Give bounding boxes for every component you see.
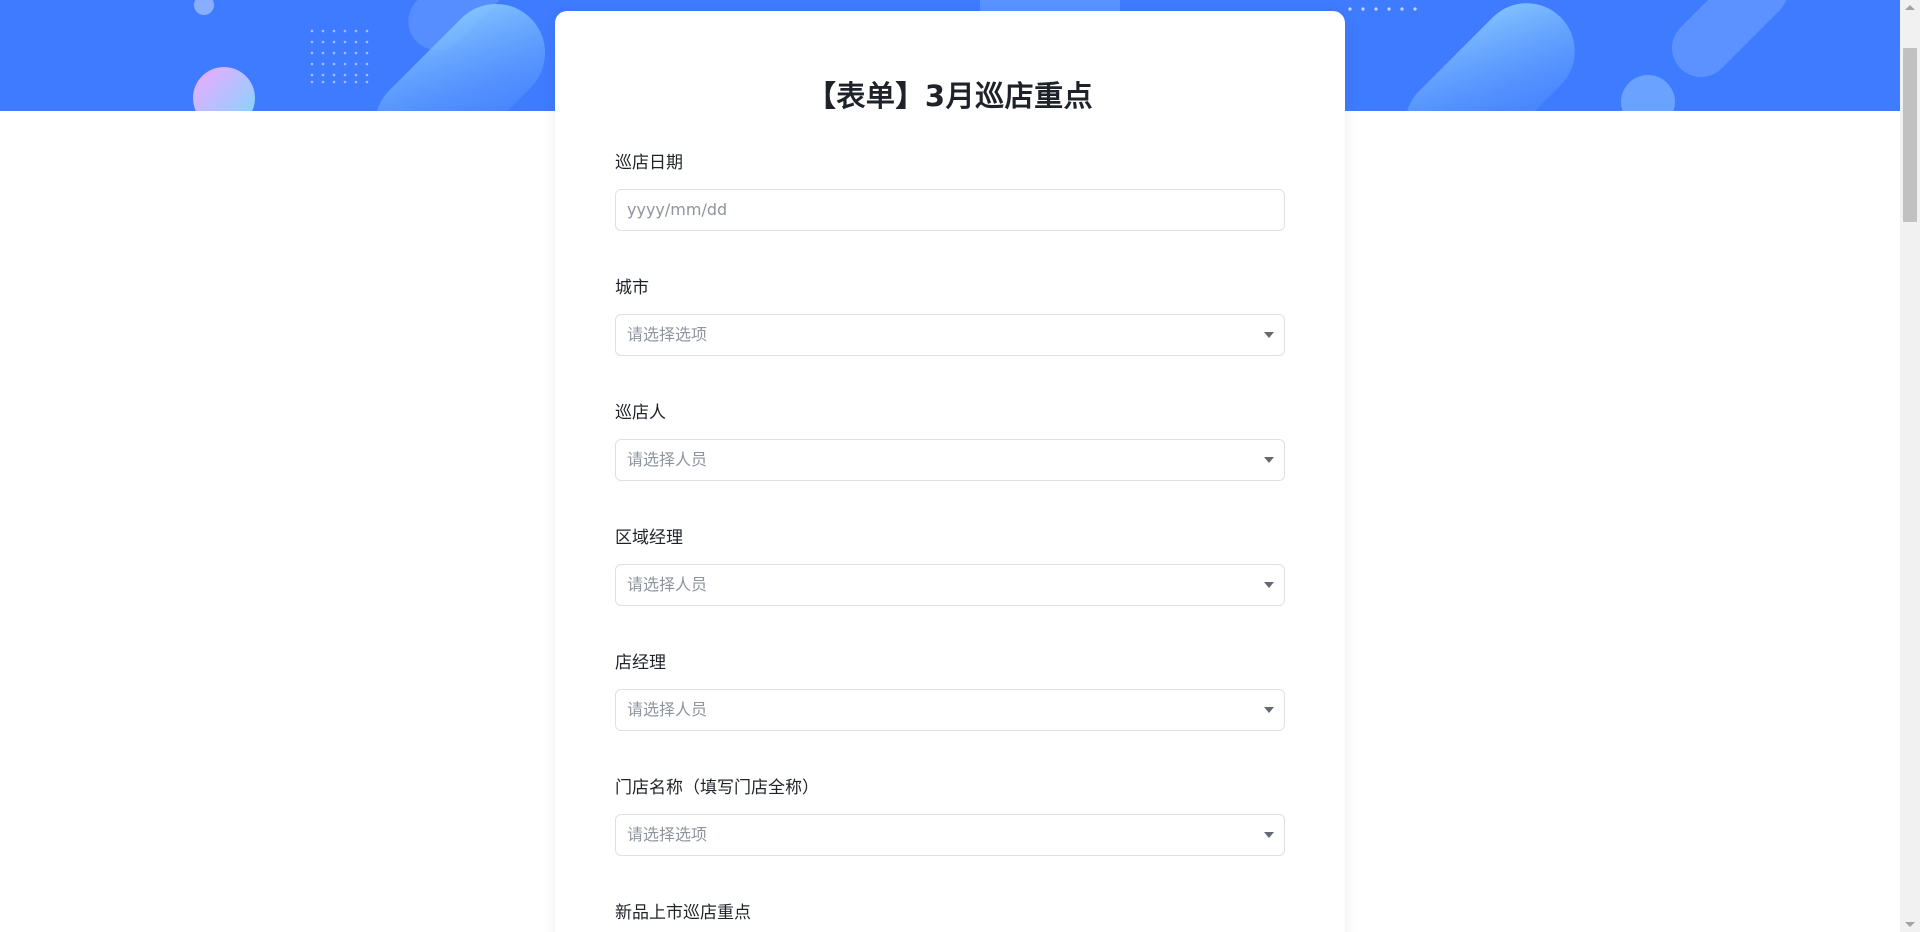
chevron-down-icon (1264, 582, 1274, 588)
scroll-up-arrow-icon[interactable] (1905, 5, 1915, 10)
store-name-select[interactable]: 请选择选项 (615, 814, 1285, 856)
chevron-down-icon (1264, 332, 1274, 338)
field-store-name: 门店名称（填写门店全称） 请选择选项 (615, 776, 1285, 856)
date-input[interactable]: yyyy/mm/dd (615, 189, 1285, 231)
field-label: 新品上市巡店重点 (615, 903, 751, 923)
form-card: 【表单】3月巡店重点 巡店日期 yyyy/mm/dd 城市 请选择选项 巡店人 … (555, 11, 1345, 932)
chevron-down-icon (1264, 832, 1274, 838)
field-label: 城市 (615, 278, 649, 298)
field-patrol-date: 巡店日期 yyyy/mm/dd (615, 151, 1285, 231)
field-new-product-focus: 新品上市巡店重点 (615, 901, 1285, 925)
field-store-manager: 店经理 请选择人员 (615, 651, 1285, 731)
field-patroller: 巡店人 请选择人员 (615, 401, 1285, 481)
scroll-down-arrow-icon[interactable] (1905, 922, 1915, 927)
page-scrollbar[interactable] (1900, 0, 1920, 932)
field-label: 巡店人 (615, 403, 666, 423)
field-label: 门店名称（填写门店全称） (615, 778, 819, 798)
field-area-manager: 区域经理 请选择人员 (615, 526, 1285, 606)
chevron-down-icon (1264, 707, 1274, 713)
area-manager-person-picker[interactable]: 请选择人员 (615, 564, 1285, 606)
field-label: 巡店日期 (615, 153, 683, 173)
field-label: 区域经理 (615, 528, 683, 548)
field-label: 店经理 (615, 653, 666, 673)
store-manager-person-picker[interactable]: 请选择人员 (615, 689, 1285, 731)
patroller-person-picker[interactable]: 请选择人员 (615, 439, 1285, 481)
city-select[interactable]: 请选择选项 (615, 314, 1285, 356)
form-title: 【表单】3月巡店重点 (806, 79, 1094, 113)
chevron-down-icon (1264, 457, 1274, 463)
select-placeholder: 请选择人员 (627, 450, 708, 469)
select-placeholder: 请选择选项 (627, 825, 708, 844)
select-placeholder: 请选择人员 (627, 575, 708, 594)
select-placeholder: 请选择人员 (627, 700, 708, 719)
date-placeholder: yyyy/mm/dd (627, 200, 728, 219)
scrollbar-thumb[interactable] (1903, 48, 1917, 222)
select-placeholder: 请选择选项 (627, 325, 708, 344)
field-city: 城市 请选择选项 (615, 276, 1285, 356)
